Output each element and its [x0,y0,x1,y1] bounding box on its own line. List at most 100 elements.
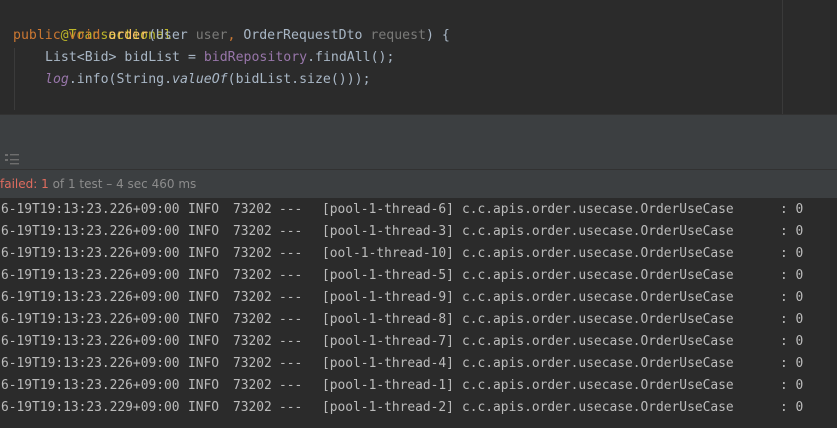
static-method-valueof: valueOf [172,72,228,87]
keyword-void: void [68,28,101,43]
log-timestamp: 6-19T19:13:23.226+09:00 [1,224,180,239]
field-log: log [45,72,69,87]
log-timestamp: 6-19T19:13:23.226+09:00 [1,312,180,327]
log-thread: [pool-1-thread-2] [322,400,454,415]
log-pid: 73202 [233,290,272,305]
log-message: : 0 [780,378,804,393]
log-line[interactable]: 6-19T19:13:23.226+09:00 INFO 73202 --- [pool… [1,353,803,375]
log-timestamp: 6-19T19:13:23.226+09:00 [1,246,180,261]
log-message: : 0 [780,246,804,261]
log-level: INFO [188,312,220,327]
log-separator: --- [279,378,303,393]
log-logger: c.c.apis.order.usecase.OrderUseCase [462,268,734,283]
log-timestamp: 6-19T19:13:23.226+09:00 [1,202,180,217]
log-logger: c.c.apis.order.usecase.OrderUseCase [462,224,734,239]
log-thread: [pool-1-thread-5] [322,268,454,283]
log-separator: --- [279,224,303,239]
log-timestamp: 6-19T19:13:23.226+09:00 [1,268,180,283]
log-line[interactable]: 6-19T19:13:23.226+09:00 INFO 73202 --- [pool… [1,265,803,287]
param-type-dto: OrderRequestDto [243,28,363,43]
log-level: INFO [188,334,220,349]
log-line[interactable]: 6-19T19:13:23.226+09:00 INFO 73202 --- [pool… [1,375,803,397]
log-level: INFO [188,246,220,261]
log-level: INFO [188,356,220,371]
keyword-public: public [13,28,61,43]
log-message: : 0 [780,290,804,305]
log-separator: --- [279,334,303,349]
log-thread: [pool-1-thread-1] [322,378,454,393]
failed-count: 1 [41,177,49,191]
log-line[interactable]: 6-19T19:13:23.226+09:00 INFO 73202 --- [ool-… [1,243,803,265]
log-thread: [pool-1-thread-8] [322,312,454,327]
log-line[interactable]: 6-19T19:13:23.226+09:00 INFO 73202 --- [pool… [1,309,803,331]
log-timestamp: 6-19T19:13:23.226+09:00 [1,378,180,393]
log-thread: [pool-1-thread-7] [322,334,454,349]
log-logger: c.c.apis.order.usecase.OrderUseCase [462,334,734,349]
tool-window-header [0,114,837,144]
log-separator: --- [279,356,303,371]
log-separator: --- [279,202,303,217]
log-level: INFO [188,268,220,283]
method-name: order [108,28,149,43]
log-logger: c.c.apis.order.usecase.OrderUseCase [462,356,734,371]
failed-label: failed: [0,177,38,191]
log-message: : 0 [780,400,804,415]
log-pid: 73202 [233,378,272,393]
test-status-bar: failed: 1 of 1 test – 4 sec 460 ms [0,169,837,200]
code-line-3[interactable]: List<Bid> bidList = bidRepository.findAl… [45,47,394,69]
log-pid: 73202 [233,312,272,327]
log-timestamp: 6-19T19:13:23.226+09:00 [1,334,180,349]
param-type-user: User [155,28,188,43]
log-pid: 73202 [233,202,272,217]
log-logger: c.c.apis.order.usecase.OrderUseCase [462,246,734,261]
info-call: .info(String. [68,72,173,87]
code-line-1[interactable]: @Transactional [13,3,172,43]
log-message: : 0 [780,224,804,239]
size-call: (bidList.size())); [227,72,371,87]
right-margin-guide [782,0,783,114]
log-separator: --- [279,290,303,305]
log-pid: 73202 [233,268,272,283]
code-line-2[interactable]: public void order(User user, OrderReques… [13,25,450,47]
log-pid: 73202 [233,224,272,239]
find-all-call: .findAll(); [307,50,395,65]
var-type: List<Bid> [45,50,117,65]
log-message: : 0 [780,202,804,217]
log-line[interactable]: 6-19T19:13:23.226+09:00 INFO 73202 --- [pool… [1,331,803,353]
param-name-request: request [370,28,426,43]
log-logger: c.c.apis.order.usecase.OrderUseCase [462,290,734,305]
log-logger: c.c.apis.order.usecase.OrderUseCase [462,312,734,327]
log-separator: --- [279,246,303,261]
log-thread: [ool-1-thread-10] [322,246,454,261]
log-pid: 73202 [233,400,272,415]
log-thread: [pool-1-thread-6] [322,202,454,217]
tree-view-icon[interactable] [5,150,19,165]
console-output[interactable]: 6-19T19:13:23.226+09:00 INFO 73202 --- [pool… [0,198,837,428]
log-message: : 0 [780,268,804,283]
log-level: INFO [188,224,220,239]
log-logger: c.c.apis.order.usecase.OrderUseCase [462,202,734,217]
log-line[interactable]: 6-19T19:13:23.226+09:00 INFO 73202 --- [pool… [1,221,803,243]
test-summary: of 1 test – 4 sec 460 ms [52,177,197,191]
log-thread: [pool-1-thread-9] [322,290,454,305]
log-logger: c.c.apis.order.usecase.OrderUseCase [462,378,734,393]
ide-window: @Transactional public void order(User us… [0,0,837,428]
run-toolbar [0,143,837,169]
log-separator: --- [279,312,303,327]
log-line[interactable]: 6-19T19:13:23.226+09:00 INFO 73202 --- [pool… [1,287,803,309]
log-timestamp: 6-19T19:13:23.226+09:00 [1,290,180,305]
log-separator: --- [279,400,303,415]
log-line[interactable]: 6-19T19:13:23.229+09:00 INFO 73202 --- [pool… [1,397,803,419]
comma: , [227,28,236,43]
log-message: : 0 [780,356,804,371]
log-line[interactable]: 6-19T19:13:23.226+09:00 INFO 73202 --- [pool… [1,199,803,221]
code-line-4[interactable]: log.info(String.valueOf(bidList.size()))… [45,69,371,91]
assign-op: = [187,50,196,65]
paren-open: ( [148,28,156,43]
code-editor[interactable]: @Transactional public void order(User us… [0,0,837,114]
log-logger: c.c.apis.order.usecase.OrderUseCase [462,400,734,415]
log-level: INFO [188,202,220,217]
log-pid: 73202 [233,356,272,371]
log-message: : 0 [780,312,804,327]
paren-close-brace: ) { [425,28,450,43]
